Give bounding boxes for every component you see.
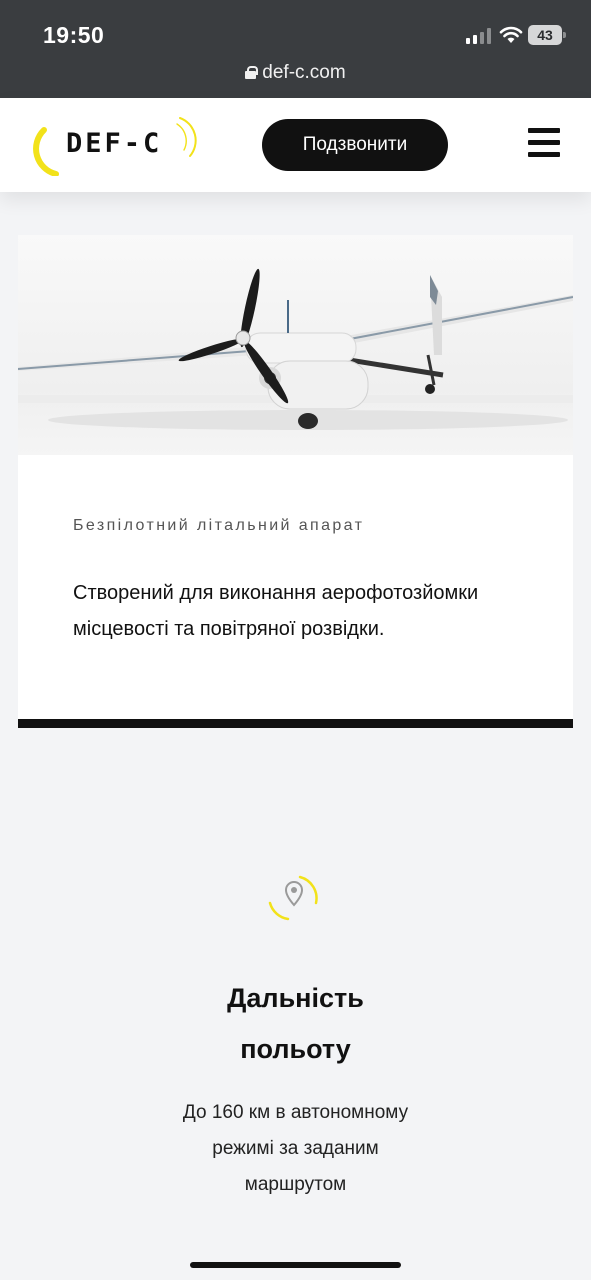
address-bar[interactable]: def-c.com [0,62,591,84]
status-bar: 19:50 43 def-c.com [0,0,591,98]
feature-title-line: польоту [240,1034,351,1064]
hamburger-menu-icon[interactable] [528,128,560,158]
product-card: Безпілотний літальний апарат Створений д… [18,235,573,719]
lock-icon [245,66,259,79]
feature-title: Дальність польоту [0,973,591,1075]
cellular-signal-icon [466,28,492,44]
site-header: DEF-C Подзвонити [0,98,591,192]
logo-text: DEF-C [66,128,163,159]
wifi-icon [499,26,523,43]
battery-level: 43 [528,25,562,45]
product-kicker: Безпілотний літальний апарат [73,517,365,534]
feature-title-line: Дальність [227,983,364,1013]
location-pin-icon [268,875,318,921]
feature-desc-line: режимі за заданим [212,1138,379,1159]
battery-icon: 43 [528,25,566,45]
card-bottom-bar [18,719,573,728]
home-indicator[interactable] [190,1262,401,1268]
status-time: 19:50 [43,22,105,48]
logo[interactable]: DEF-C [30,110,208,177]
feature-desc-line: маршрутом [244,1174,347,1195]
drone-image [18,235,573,455]
url-text: def-c.com [262,62,346,83]
call-button[interactable]: Подзвонити [262,119,448,171]
product-description: Створений для виконання аерофотозйомки м… [73,582,479,640]
feature-description: До 160 км в автономному режимі за задани… [0,1095,591,1203]
feature-desc-line: До 160 км в автономному [182,1102,409,1123]
